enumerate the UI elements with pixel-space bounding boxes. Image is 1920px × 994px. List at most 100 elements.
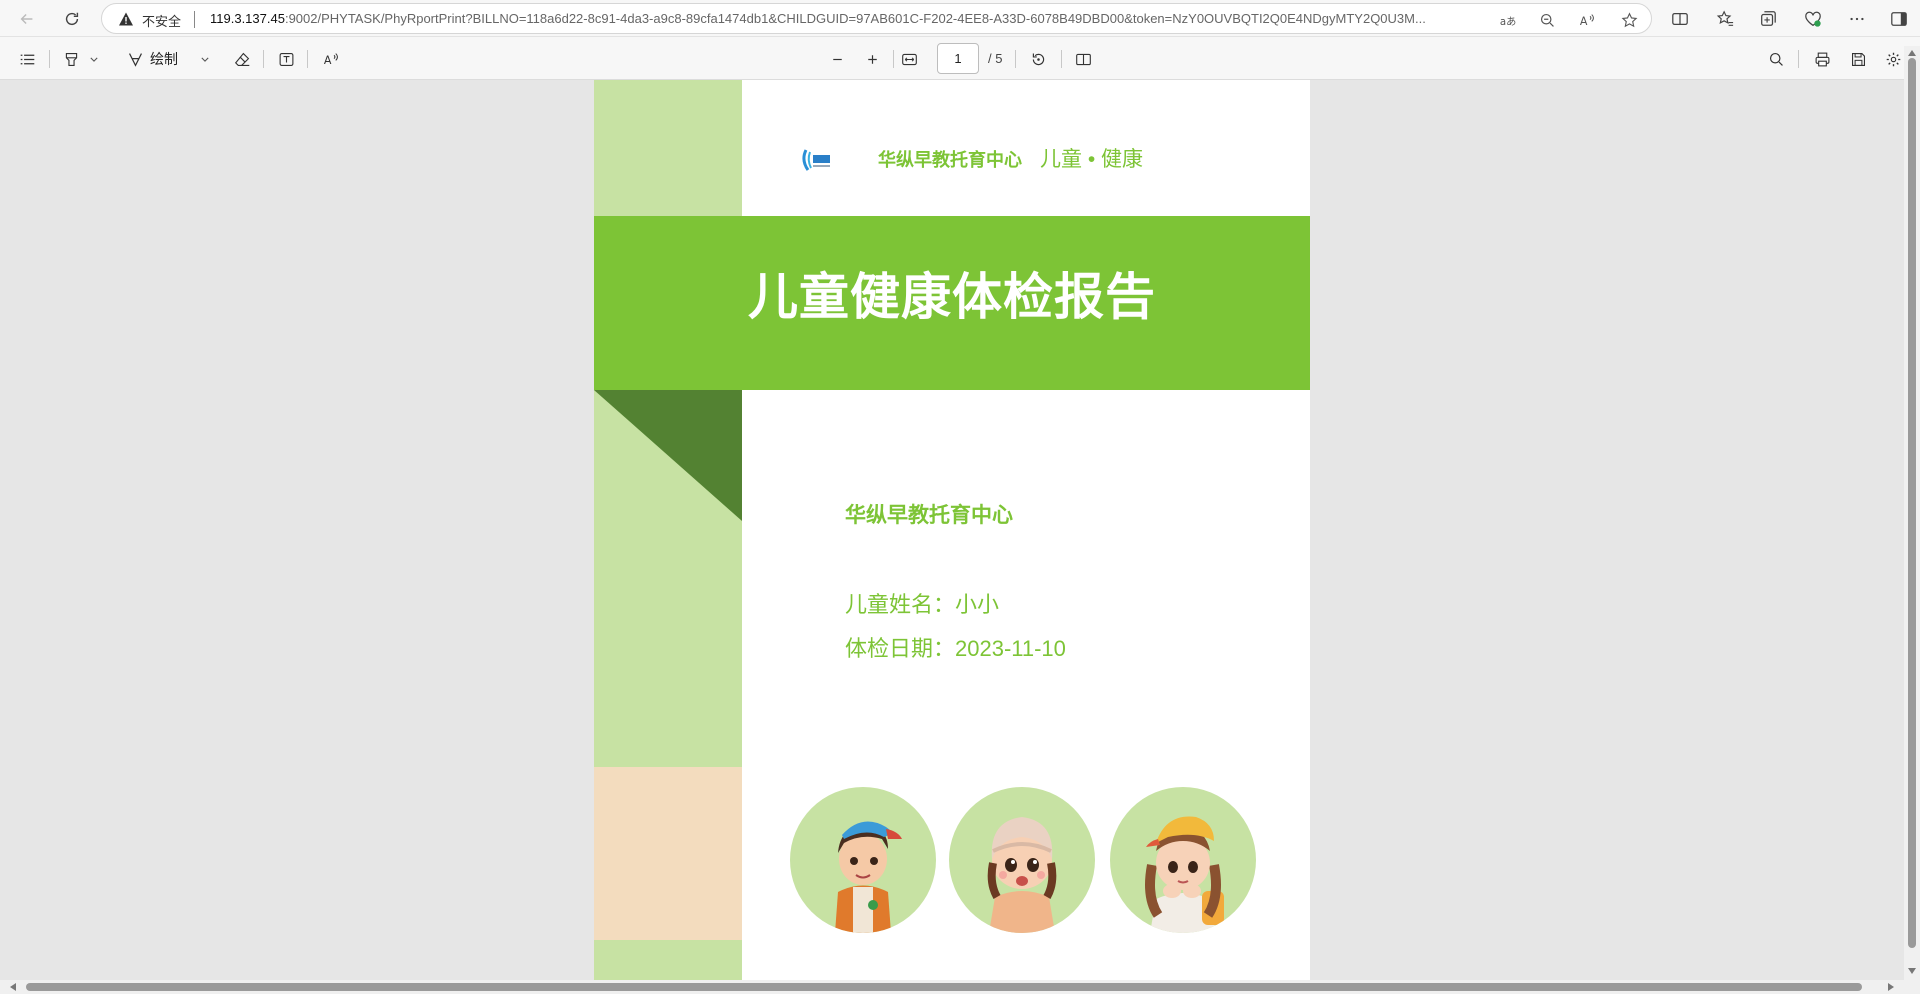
translate-button[interactable]: aあ xyxy=(1496,9,1518,31)
decor-triangle xyxy=(594,390,742,521)
page-number-input[interactable]: 1 xyxy=(937,43,979,74)
back-button[interactable] xyxy=(12,4,42,34)
heart-health-icon xyxy=(1805,11,1821,27)
url-separator xyxy=(194,11,195,28)
read-aloud-button[interactable]: A xyxy=(1576,9,1598,31)
rotate-icon xyxy=(1032,53,1044,65)
gear-icon xyxy=(1886,52,1900,66)
child-avatar-girl-beanie xyxy=(949,787,1095,933)
pen-icon xyxy=(129,52,142,67)
more-menu-button[interactable] xyxy=(1844,6,1870,32)
page-view-button[interactable] xyxy=(1072,48,1094,70)
star-icon xyxy=(1621,11,1637,27)
header-org-name: 华纵早教托育中心 xyxy=(878,150,1022,170)
toolbar-separator xyxy=(1061,50,1062,68)
girl-beanie-illustration xyxy=(987,817,1057,933)
svg-text:A: A xyxy=(1579,14,1587,27)
text-box-icon xyxy=(279,52,293,66)
highlight-button[interactable] xyxy=(60,48,82,70)
favorites-button[interactable] xyxy=(1712,6,1738,32)
fit-width-icon xyxy=(901,53,917,65)
toolbar-separator xyxy=(893,50,894,68)
split-screen-button[interactable] xyxy=(1667,6,1693,32)
minus-icon xyxy=(832,58,842,60)
child-avatar-boy xyxy=(790,787,936,933)
favorites-list-icon xyxy=(1716,10,1734,26)
header-slogan: 儿童 • 健康 xyxy=(1040,148,1144,171)
decor-strip-bottom xyxy=(594,940,742,980)
vertical-scrollbar[interactable] xyxy=(1904,46,1920,980)
zoom-out-button[interactable] xyxy=(826,48,848,70)
svg-text:aあ: aあ xyxy=(1499,15,1515,27)
browser-essentials-button[interactable] xyxy=(1800,6,1826,32)
save-icon xyxy=(1851,52,1865,66)
scroll-down-arrow-icon[interactable] xyxy=(1907,966,1917,976)
fit-page-button[interactable] xyxy=(898,48,920,70)
sidebar-toggle-button[interactable] xyxy=(1886,6,1912,32)
vertical-scroll-thumb[interactable] xyxy=(1908,58,1916,948)
rotate-button[interactable] xyxy=(1027,48,1049,70)
collections-icon xyxy=(1761,11,1776,26)
zoom-out-icon xyxy=(1540,13,1554,27)
toolbar-separator xyxy=(1015,50,1016,68)
url-path: :9002/PHYTASK/PhyRportPrint?BILLNO=118a6… xyxy=(284,11,1426,26)
org-name: 华纵早教托育中心 xyxy=(845,504,1013,527)
scroll-up-arrow-icon[interactable] xyxy=(1907,48,1917,58)
decor-strip-top xyxy=(594,80,742,216)
add-text-button[interactable] xyxy=(275,48,297,70)
zoom-in-button[interactable] xyxy=(861,48,883,70)
child-avatar-girl-cap xyxy=(1110,787,1256,933)
back-arrow-icon xyxy=(20,13,33,25)
highlight-options-button[interactable] xyxy=(86,48,102,70)
browser-toolbar: 不安全 119.3.137.45:9002/PHYTASK/PhyRportPr… xyxy=(0,0,1920,37)
print-button[interactable] xyxy=(1811,48,1833,70)
report-title: 儿童健康体检报告 xyxy=(748,269,1156,325)
horizontal-scrollbar[interactable] xyxy=(0,980,1920,994)
horizontal-scroll-thumb[interactable] xyxy=(26,983,1862,991)
draw-label: 绘制 xyxy=(150,51,178,67)
warning-icon xyxy=(119,12,133,26)
read-aloud-pdf-button[interactable]: A xyxy=(320,48,342,70)
refresh-button[interactable] xyxy=(57,4,87,34)
toolbar-separator xyxy=(1798,50,1799,68)
more-icon xyxy=(1850,17,1864,21)
erase-button[interactable] xyxy=(231,48,253,70)
two-page-icon xyxy=(1075,53,1091,65)
eraser-icon xyxy=(234,52,249,66)
svg-text:A: A xyxy=(323,53,331,66)
plus-icon xyxy=(867,54,877,64)
list-icon xyxy=(20,54,34,64)
scroll-left-arrow-icon[interactable] xyxy=(8,982,18,992)
url-text[interactable]: 119.3.137.45:9002/PHYTASK/PhyRportPrint?… xyxy=(210,11,1580,26)
highlighter-icon xyxy=(65,52,77,66)
translate-icon: aあ xyxy=(1499,15,1515,27)
girl-cap-illustration xyxy=(1145,816,1224,933)
contents-button[interactable] xyxy=(16,48,38,70)
child-name: 儿童姓名：小小 xyxy=(845,592,1000,617)
toolbar-separator xyxy=(49,50,50,68)
pdf-viewer[interactable]: 华纵早教托育中心 儿童 • 健康 儿童健康体检报告 华纵早教托育中心 儿童姓名：… xyxy=(0,80,1920,980)
save-button[interactable] xyxy=(1847,48,1869,70)
collections-button[interactable] xyxy=(1755,6,1781,32)
read-aloud-icon: A xyxy=(1579,13,1594,27)
printer-icon xyxy=(1815,52,1829,66)
search-icon xyxy=(1769,52,1783,66)
favorite-button[interactable] xyxy=(1618,9,1640,31)
pdf-settings-button[interactable] xyxy=(1882,48,1904,70)
sidebar-icon xyxy=(1891,12,1907,26)
draw-options-button[interactable] xyxy=(197,48,213,70)
find-button[interactable] xyxy=(1765,48,1787,70)
chevron-down-icon xyxy=(201,57,209,62)
zoom-out-url-button[interactable] xyxy=(1536,9,1558,31)
toolbar-separator xyxy=(263,50,264,68)
toolbar-separator xyxy=(307,50,308,68)
decor-strip-peach xyxy=(594,767,742,940)
refresh-icon xyxy=(65,12,79,26)
draw-button[interactable]: 绘制 xyxy=(127,48,178,70)
scroll-right-arrow-icon[interactable] xyxy=(1886,982,1896,992)
pdf-toolbar: 绘制 A 1 / 5 xyxy=(0,37,1920,80)
insecure-label[interactable]: 不安全 xyxy=(142,11,181,30)
url-host: 119.3.137.45 xyxy=(210,11,285,26)
read-aloud-icon: A xyxy=(323,52,338,66)
address-bar[interactable]: 不安全 119.3.137.45:9002/PHYTASK/PhyRportPr… xyxy=(101,3,1652,34)
